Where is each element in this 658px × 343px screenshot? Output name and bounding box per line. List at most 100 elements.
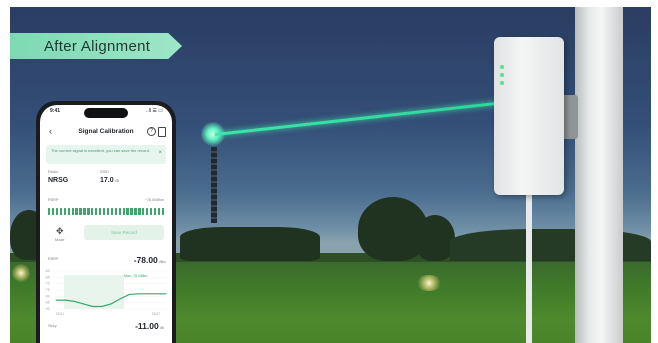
document-icon[interactable]: [158, 127, 166, 137]
help-circle-icon[interactable]: ?: [147, 127, 156, 136]
y-tick-label: -65: [45, 275, 50, 279]
mode-label: Mode: [55, 238, 65, 242]
signal-bar: [71, 208, 74, 215]
y-tick-label: -90: [45, 307, 50, 311]
rsrp-point: [64, 299, 66, 301]
signal-bar: [122, 208, 125, 215]
success-alert: The current signal is excellent, you can…: [46, 145, 166, 164]
ssid-number: 17.0: [100, 177, 114, 184]
sinr-unit: dB: [159, 326, 164, 330]
mounting-mast: [526, 195, 532, 343]
status-led: [500, 73, 504, 77]
radio-value: NRSG: [48, 177, 69, 184]
banner-label: After Alignment: [44, 37, 151, 55]
rsrp-point: [147, 293, 149, 295]
signal-bar: [95, 208, 98, 215]
crosshair-icon[interactable]: ✥: [56, 226, 64, 237]
x-start-label: 00:01: [56, 312, 64, 316]
signal-bar: [110, 208, 114, 215]
radio-label: Radio: [48, 170, 58, 174]
sinr-label: Sinry: [48, 324, 57, 328]
signal-bar: [153, 208, 157, 215]
tower-body: [211, 147, 217, 223]
signal-bar: [63, 208, 67, 215]
rsrp-point: [110, 303, 112, 305]
status-led: [500, 81, 504, 85]
ssid-unit: dB: [114, 179, 119, 183]
x-end-label: 00:07: [152, 312, 160, 316]
signal-bar: [83, 208, 86, 215]
signal-bar: [106, 208, 110, 215]
tree: [415, 215, 455, 261]
rsrp-unit: dBm: [158, 260, 166, 264]
signal-bar: [102, 208, 106, 215]
status-time: 9:41: [50, 108, 61, 114]
signal-bar: [146, 208, 149, 215]
signal-bar: [91, 208, 94, 215]
close-icon[interactable]: ×: [158, 150, 162, 156]
signal-bar: [134, 208, 137, 215]
y-tick-label: -85: [45, 301, 50, 305]
rsrp-point: [165, 293, 167, 295]
phone-screen: 9:41 ..ll ☰ ▭ ‹ Signal Calibration ? The…: [40, 105, 172, 343]
rsrp-meter-label: RSRP: [48, 198, 59, 202]
rsrp-point: [55, 299, 57, 301]
ssid-value: 17.0dB: [100, 177, 119, 184]
signal-bar: [114, 208, 117, 215]
sinr-value: -11.00dB: [135, 321, 164, 331]
signal-bar: [157, 208, 161, 215]
utility-pole: [575, 7, 623, 343]
tree: [180, 227, 320, 261]
rsrp-point: [101, 305, 103, 307]
y-tick-label: -60: [45, 269, 50, 273]
rsrp-meter-value: ~78.00dBm: [144, 198, 164, 202]
signal-bar: [67, 208, 70, 215]
rsrp-point: [92, 305, 94, 307]
signal-bar: [48, 208, 51, 215]
after-alignment-banner: After Alignment: [10, 33, 182, 59]
signal-bar: [55, 208, 59, 215]
rsrp-point: [73, 300, 75, 302]
y-axis: -60 -65 -70 -75 -80 -85 -90: [45, 269, 50, 311]
signal-strength-bars: [48, 208, 165, 215]
y-tick-label: -70: [45, 282, 50, 286]
signal-beam: [214, 101, 499, 136]
signal-bar: [161, 208, 165, 215]
rsrp-point: [119, 298, 121, 300]
signal-bar: [118, 208, 121, 215]
rsrp-point: [138, 293, 139, 295]
ssid-label: SSID: [100, 170, 109, 174]
y-tick-label: -75: [45, 288, 50, 292]
sinr-number: -11.00: [135, 321, 159, 331]
rsrp-label: RSRP: [48, 257, 59, 261]
rsrp-point: [128, 293, 130, 295]
status-icons: ..ll ☰ ▭: [146, 108, 163, 114]
signal-bar: [51, 208, 55, 215]
signal-bar: [130, 208, 133, 215]
alert-text: The current signal is excellent, you can…: [51, 148, 150, 153]
signal-bar: [75, 208, 78, 215]
signal-bar: [142, 208, 145, 215]
lamp-light: [416, 275, 442, 291]
signal-bar: [149, 208, 153, 215]
outdoor-cpe-device: [494, 37, 564, 195]
signal-bar: [79, 208, 82, 215]
rsrp-point: [156, 293, 158, 295]
y-tick-label: -80: [45, 294, 50, 298]
rsrp-value: -78.00dBm: [134, 255, 166, 265]
status-led: [500, 65, 504, 69]
signal-bar: [126, 208, 129, 215]
max-annotation: Max:-78.0dBm: [124, 274, 147, 278]
save-record-button[interactable]: Save Record: [84, 225, 164, 240]
cell-tower: [207, 147, 221, 223]
max-highlight-band: [64, 275, 124, 309]
signal-bar: [87, 208, 90, 215]
rsrp-point: [83, 303, 84, 305]
rsrp-number: -78.00: [133, 255, 158, 265]
signal-bar: [59, 208, 63, 215]
lamp-light: [12, 264, 30, 282]
signal-bar: [138, 208, 141, 215]
signal-bar: [98, 208, 102, 215]
rsrp-line-chart: -60 -65 -70 -75 -80 -85 -90 Max:-78.0dBm 00:01…: [45, 269, 167, 316]
phone-notch: [84, 108, 128, 118]
